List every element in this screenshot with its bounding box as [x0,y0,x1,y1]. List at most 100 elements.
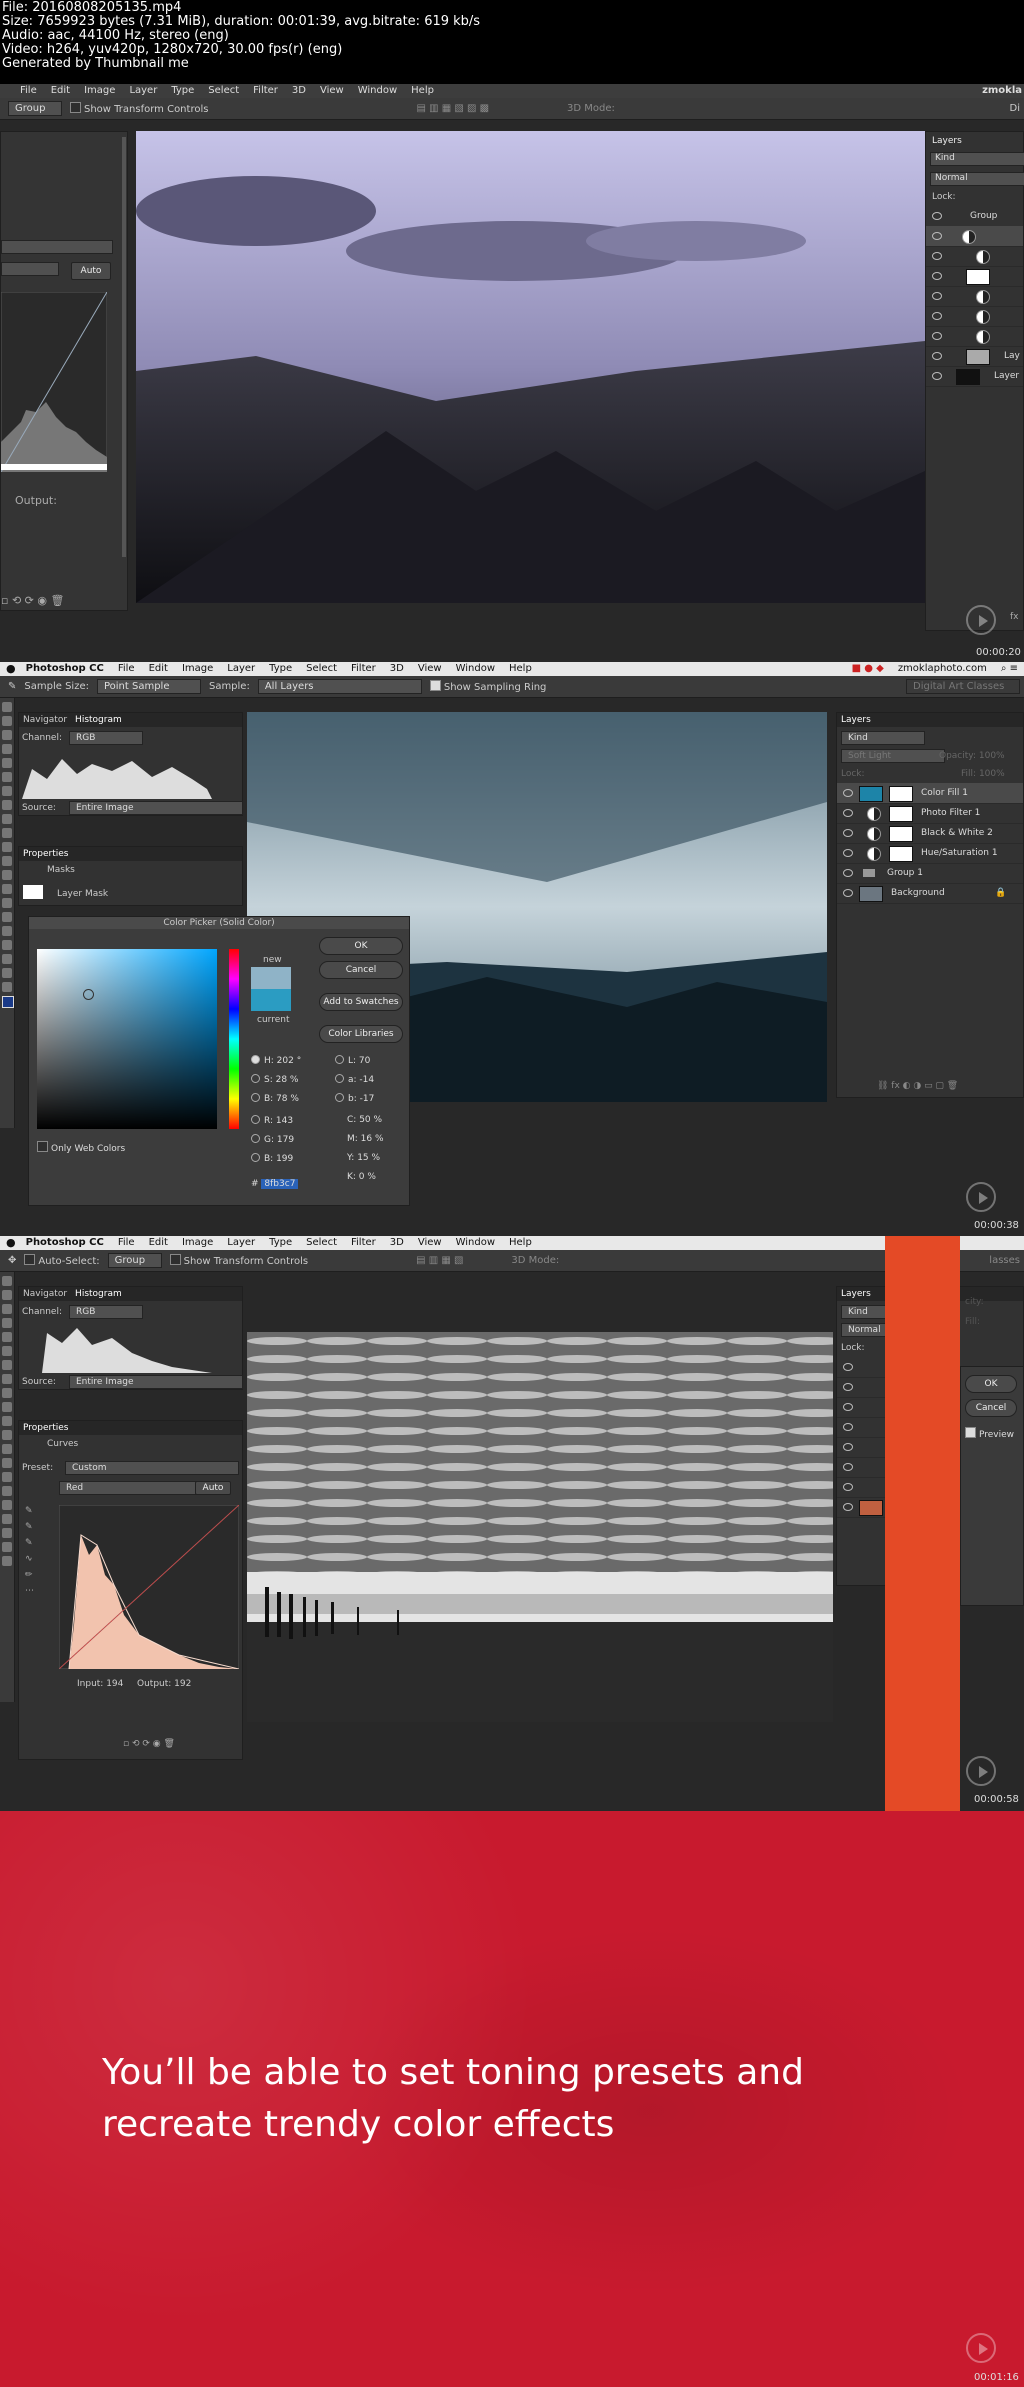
move-tool-icon[interactable] [2,1276,12,1286]
menu-filter[interactable]: Filter [253,84,278,98]
eye-icon[interactable] [843,1503,853,1511]
crop-tool-icon[interactable] [2,1332,12,1342]
pen-tool-icon[interactable] [2,898,12,908]
preset-select[interactable] [1,240,113,254]
current-color-swatch[interactable] [251,989,291,1011]
layer-row[interactable] [926,306,1023,327]
yellow-field[interactable]: Y: 15 % [347,1153,380,1163]
auto-select[interactable]: Auto-Select: [24,1254,100,1267]
layer-row[interactable] [926,286,1023,307]
menu-window[interactable]: Window [456,662,495,676]
gradient-tool-icon[interactable] [2,1430,12,1440]
foreground-color-swatch[interactable] [2,996,14,1008]
menu-view[interactable]: View [418,1236,442,1250]
dodge-tool-icon[interactable] [2,884,12,894]
quick-select-tool-icon[interactable] [2,744,12,754]
eye-icon[interactable] [932,352,942,360]
lab-a-field[interactable]: a: -14 [335,1074,374,1085]
menu-3d[interactable]: 3D [292,84,306,98]
shape-tool-icon[interactable] [2,940,12,950]
layer-row-photo-filter[interactable]: Photo Filter 1 [837,803,1023,824]
stamp-tool-icon[interactable] [2,1388,12,1398]
play-icon[interactable] [966,2333,996,2363]
saturation-field[interactable]: S: 28 % [251,1074,298,1085]
history-brush-icon[interactable] [2,828,12,838]
ok-button[interactable]: OK [965,1375,1017,1393]
fill-field[interactable]: Fill: 100% [961,769,1005,779]
gradient-tool-icon[interactable] [2,856,12,866]
show-sampling-ring[interactable]: Show Sampling Ring [429,680,546,693]
healing-tool-icon[interactable] [2,1360,12,1370]
layer-row[interactable] [926,266,1023,287]
apple-icon[interactable]: ● [6,662,16,676]
green-field[interactable]: G: 179 [251,1134,294,1145]
healing-tool-icon[interactable] [2,786,12,796]
workspace-select[interactable]: Digital Art Classes [906,679,1020,694]
color-field[interactable] [37,949,217,1129]
eraser-tool-icon[interactable] [2,842,12,852]
eye-icon[interactable] [843,869,853,877]
more-tools-icon[interactable] [2,1556,12,1566]
menu-view[interactable]: View [418,662,442,676]
move-tool-icon[interactable] [2,702,12,712]
add-to-swatches-button[interactable]: Add to Swatches [319,993,403,1011]
eye-icon[interactable] [843,809,853,817]
menu-layer[interactable]: Layer [129,84,157,98]
menu-view[interactable]: View [320,84,344,98]
layer-row-color-fill[interactable]: Color Fill 1 [837,783,1023,804]
menu-help[interactable]: Help [509,662,532,676]
menu-edit[interactable]: Edit [51,84,70,98]
lasso-tool-icon[interactable] [2,730,12,740]
move-icon[interactable]: ✥ [8,1255,16,1266]
menu-image[interactable]: Image [84,84,115,98]
color-libraries-button[interactable]: Color Libraries [319,1025,403,1043]
menu-edit[interactable]: Edit [149,662,168,676]
only-web-colors[interactable]: Only Web Colors [37,1141,125,1154]
navigator-tab[interactable]: Navigator [23,713,67,727]
red-field[interactable]: R: 143 [251,1115,293,1126]
source-select[interactable]: Entire Image [69,801,243,815]
layer-row[interactable] [926,246,1023,267]
menu-file[interactable]: File [118,662,135,676]
eye-icon[interactable] [843,849,853,857]
eye-icon[interactable] [932,212,942,220]
menu-type[interactable]: Type [269,662,292,676]
layer-row-background[interactable]: Background 🔒 [837,883,1023,904]
apple-icon[interactable]: ● [6,1236,16,1250]
curves-graph[interactable] [1,292,107,472]
crop-tool-icon[interactable] [2,758,12,768]
menu-layer[interactable]: Layer [227,1236,255,1250]
hand-tool-icon[interactable] [2,1528,12,1538]
eraser-tool-icon[interactable] [2,1416,12,1426]
blend-mode[interactable]: Normal [930,172,1024,186]
eye-icon[interactable] [932,232,942,240]
eye-icon[interactable] [843,1363,853,1371]
lasso-tool-icon[interactable] [2,1304,12,1314]
dodge-tool-icon[interactable] [2,1458,12,1468]
eye-icon[interactable] [843,889,853,897]
layer-row[interactable] [926,326,1023,347]
shape-tool-icon[interactable] [2,1514,12,1524]
brush-tool-icon[interactable] [2,800,12,810]
menu-window[interactable]: Window [358,84,397,98]
kind-filter[interactable]: Kind [930,152,1024,166]
color-field-cursor[interactable] [83,989,94,1000]
preview-checkbox[interactable]: Preview [965,1427,1014,1440]
source-select[interactable]: Entire Image [69,1375,243,1389]
opacity-field[interactable]: Opacity: 100% [939,751,1005,761]
more-tools-icon[interactable] [2,982,12,992]
cancel-button[interactable]: Cancel [965,1399,1017,1417]
quick-select-tool-icon[interactable] [2,1318,12,1328]
histogram-tab[interactable]: Histogram [75,713,122,727]
preset-select[interactable]: Custom [65,1461,239,1475]
menu-select[interactable]: Select [306,1236,337,1250]
layer-row-black-white[interactable]: Black & White 2 [837,823,1023,844]
menu-filter[interactable]: Filter [351,1236,376,1250]
hand-tool-icon[interactable] [2,954,12,964]
channel-select[interactable] [1,262,59,276]
app-name[interactable]: Photoshop CC [26,662,104,676]
curves-bottom-icons[interactable]: ▫ ⟲ ⟳ ◉ 🗑 [1,594,64,607]
menu-file[interactable]: File [118,1236,135,1250]
channel-select[interactable]: RGB [69,731,143,745]
sample-size-select[interactable]: Point Sample [96,679,201,694]
